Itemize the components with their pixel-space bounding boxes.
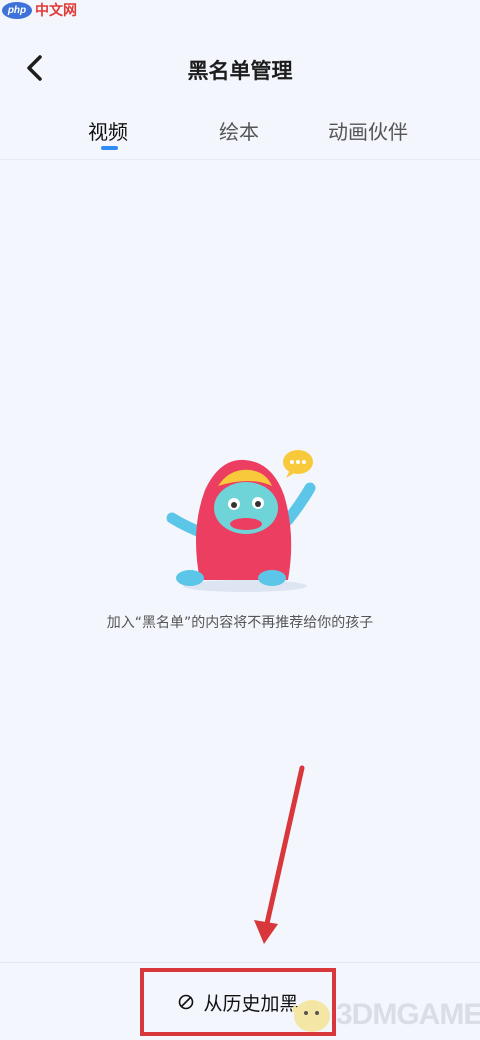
tab-bar: 视频 绘本 动画伙伴 (0, 106, 480, 160)
tab-picture-book[interactable]: 绘本 (219, 116, 259, 145)
page-title: 黑名单管理 (187, 59, 293, 83)
tab-animation-partner[interactable]: 动画伙伴 (328, 116, 408, 145)
tab-video[interactable]: 视频 (88, 116, 128, 145)
watermark-text: 3DMGAME (336, 998, 480, 1031)
header: 黑名单管理 (0, 40, 480, 100)
add-from-history-label: 从历史加黑 (203, 992, 299, 1015)
annotation-arrow (254, 765, 305, 944)
bottom-divider (0, 962, 480, 963)
php-watermark-logo: php 中文网 (2, 0, 77, 20)
ban-icon (179, 994, 194, 1010)
active-tab-indicator (101, 146, 118, 150)
php-site-name: 中文网 (35, 3, 77, 19)
3dmgame-watermark: 3DMGAME (286, 990, 480, 1036)
watermark-mascot-icon (292, 1000, 330, 1032)
empty-state-mascot-illustration (166, 450, 316, 592)
php-logo-badge: php (2, 1, 32, 19)
empty-state-message: 加入“黑名单”的内容将不再推荐给你的孩子 (106, 615, 374, 631)
